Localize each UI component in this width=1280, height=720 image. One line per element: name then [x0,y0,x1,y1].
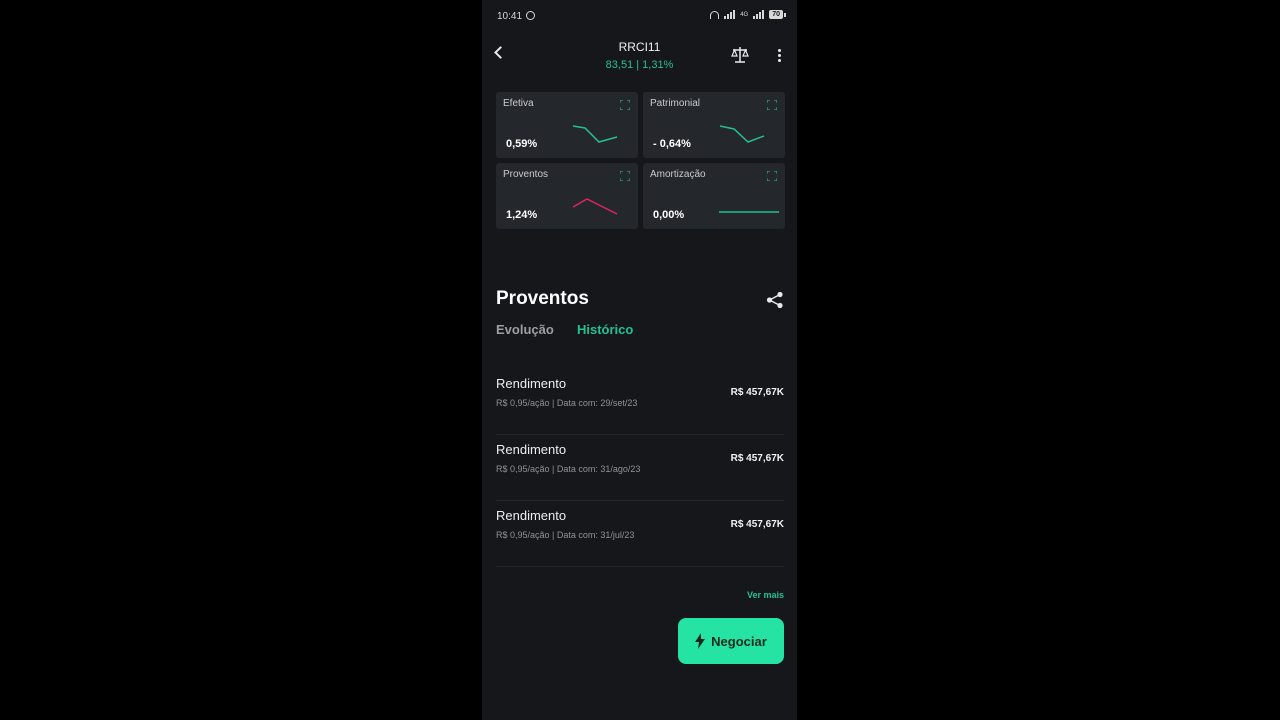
share-icon[interactable] [766,291,784,309]
status-icons: 4G 70 [710,10,786,19]
item-amount: R$ 457,67K [730,387,784,398]
status-time: 10:41 [497,11,523,22]
card-value: 1,24% [506,209,538,221]
phone-screen: 10:41 4G 70 RRCI11 83,51 | 1,31% Efetiva… [482,0,797,720]
item-subtitle: R$ 0,95/ação | Data com: 31/ago/23 [496,464,641,474]
card-patrimonial[interactable]: Patrimonial - 0,64% [643,92,785,158]
battery-icon: 70 [769,10,786,19]
lightning-icon [695,633,706,649]
card-value: 0,59% [506,138,538,150]
card-amortizacao[interactable]: Amortização 0,00% [643,163,785,229]
trend-sparkline [719,125,765,143]
item-amount: R$ 457,67K [730,519,784,530]
expand-icon[interactable] [767,100,777,110]
item-amount: R$ 457,67K [730,453,784,464]
headphones-icon [710,10,720,19]
trend-sparkline [572,125,618,143]
price-quote: 83,51 | 1,31% [605,59,674,71]
expand-icon[interactable] [620,100,630,110]
whatsapp-icon [526,11,535,20]
card-efetiva[interactable]: Efetiva 0,59% [496,92,638,158]
top-app-bar: RRCI11 83,51 | 1,31% [482,34,797,78]
card-proventos[interactable]: Proventos 1,24% [496,163,638,229]
list-item[interactable]: Rendimento R$ 0,95/ação | Data com: 29/s… [496,368,784,435]
item-subtitle: R$ 0,95/ação | Data com: 29/set/23 [496,398,638,408]
ver-mais-link[interactable]: Ver mais [747,590,784,600]
list-item[interactable]: Rendimento R$ 0,95/ação | Data com: 31/j… [496,500,784,567]
item-title: Rendimento [496,508,567,523]
negociar-label: Negociar [711,633,767,649]
card-label: Proventos [503,169,549,180]
tab-historico[interactable]: Histórico [577,322,633,337]
card-label: Patrimonial [650,98,701,109]
item-title: Rendimento [496,442,567,457]
card-value: 0,00% [653,209,685,221]
tab-evolucao[interactable]: Evolução [496,322,554,337]
signal-icon [724,10,736,19]
more-options-icon[interactable] [778,49,781,62]
card-label: Efetiva [503,98,534,109]
section-title: Proventos [496,288,589,309]
status-bar: 10:41 4G 70 [482,0,797,34]
trend-sparkline [719,211,779,213]
negociar-button[interactable]: Negociar [678,618,784,664]
ticker-title: RRCI11 [618,40,661,54]
expand-icon[interactable] [767,171,777,181]
item-title: Rendimento [496,376,567,391]
expand-icon[interactable] [620,171,630,181]
network-type: 4G [740,11,749,18]
list-item[interactable]: Rendimento R$ 0,95/ação | Data com: 31/a… [496,434,784,501]
card-value: - 0,64% [653,138,691,150]
compare-scale-icon[interactable] [731,46,749,64]
card-label: Amortização [650,169,706,180]
item-subtitle: R$ 0,95/ação | Data com: 31/jul/23 [496,530,635,540]
signal-icon-2 [753,10,765,19]
trend-sparkline [572,198,618,215]
